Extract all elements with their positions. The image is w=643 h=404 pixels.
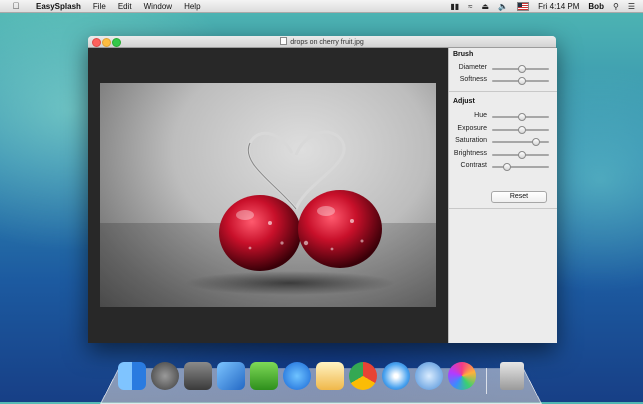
reset-button[interactable]: Reset	[491, 191, 547, 203]
slider-row-exposure: Exposure	[449, 125, 557, 135]
volume-icon[interactable]: 🔈	[498, 2, 508, 11]
user-name[interactable]: Bob	[588, 2, 604, 11]
slider-row-contrast: Contrast	[449, 162, 557, 172]
app-window: drops on cherry fruit.jpg Brush Diameter…	[88, 36, 557, 343]
slider-knob[interactable]	[531, 138, 540, 146]
slider-knob[interactable]	[517, 151, 526, 159]
section-divider	[449, 208, 557, 209]
launchpad-icon[interactable]	[151, 362, 179, 390]
pages-icon[interactable]	[316, 362, 344, 390]
slider-label: Diameter	[458, 64, 487, 71]
slider-label: Brightness	[453, 150, 487, 157]
menu-help[interactable]: Help	[184, 2, 200, 11]
chrome-icon[interactable]	[349, 362, 377, 390]
slider-label: Exposure	[457, 125, 487, 132]
app-store-icon[interactable]	[283, 362, 311, 390]
evernote-icon[interactable]	[250, 362, 278, 390]
softness-slider[interactable]	[492, 77, 549, 85]
game-center-icon[interactable]	[448, 362, 476, 390]
slider-label: Saturation	[455, 137, 487, 144]
menu-file[interactable]: File	[93, 2, 106, 11]
brightness-slider[interactable]	[492, 151, 549, 159]
slider-label: Contrast	[460, 162, 487, 169]
menu-app-name[interactable]: EasySplash	[36, 2, 81, 11]
slider-row-brightness: Brightness	[449, 150, 557, 160]
slider-row-hue: Hue	[449, 112, 557, 122]
adjust-section-title: Adjust	[453, 98, 475, 105]
slider-knob[interactable]	[517, 113, 526, 121]
apple-menu-icon[interactable]: 	[10, 1, 22, 11]
brush-section-title: Brush	[453, 51, 474, 58]
notification-center-icon[interactable]: ☰	[628, 2, 635, 11]
section-divider	[449, 91, 557, 92]
slider-label: Softness	[459, 76, 487, 83]
window-titlebar[interactable]: drops on cherry fruit.jpg	[88, 36, 556, 48]
battery-icon[interactable]: ▮▮	[450, 2, 459, 11]
menu-edit[interactable]: Edit	[118, 2, 132, 11]
slider-label: Hue	[474, 112, 487, 119]
hue-slider[interactable]	[492, 113, 549, 121]
slider-row-softness: Softness	[449, 76, 557, 86]
finder-icon[interactable]	[118, 362, 146, 390]
photo-booth-icon[interactable]	[184, 362, 212, 390]
slider-row-diameter: Diameter	[449, 64, 557, 74]
mail-icon[interactable]	[415, 362, 443, 390]
photo-cherries[interactable]	[100, 83, 436, 307]
diameter-slider[interactable]	[492, 65, 549, 73]
menu-bar:  EasySplash File Edit Window Help ▮▮ ≈ …	[0, 0, 643, 13]
slider-knob[interactable]	[517, 126, 526, 134]
spotlight-icon[interactable]: ⚲	[613, 2, 619, 11]
slider-row-saturation: Saturation	[449, 137, 557, 147]
image-canvas[interactable]	[88, 48, 448, 343]
clock[interactable]: Fri 4:14 PM	[538, 2, 579, 11]
xcode-icon[interactable]	[217, 362, 245, 390]
contrast-slider[interactable]	[492, 163, 549, 171]
slider-knob[interactable]	[517, 77, 526, 85]
saturation-slider[interactable]	[492, 138, 549, 146]
menu-window[interactable]: Window	[144, 2, 172, 11]
exposure-slider[interactable]	[492, 126, 549, 134]
eject-icon[interactable]: ⏏	[482, 2, 490, 11]
document-icon	[280, 37, 288, 45]
cherries-image	[100, 130, 436, 307]
slider-knob[interactable]	[517, 65, 526, 73]
input-source-flag-icon[interactable]	[517, 1, 530, 11]
window-title: drops on cherry fruit.jpg	[88, 37, 556, 46]
slider-knob[interactable]	[503, 163, 512, 171]
dock-divider	[486, 368, 487, 394]
safari-icon[interactable]	[382, 362, 410, 390]
window-title-text: drops on cherry fruit.jpg	[290, 39, 364, 46]
adjustment-panel: Brush Diameter Softness Adjust Hue Expos…	[448, 48, 557, 343]
wifi-icon[interactable]: ≈	[468, 2, 472, 11]
trash-icon[interactable]	[500, 362, 524, 390]
